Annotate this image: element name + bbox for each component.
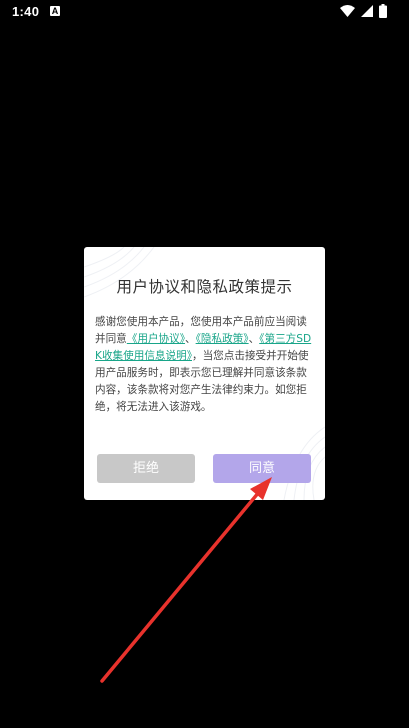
- user-agreement-link[interactable]: 《用户协议》: [127, 333, 185, 345]
- screen: 1:40 A 用户协议和隐私政策提示 感谢您使用本产品，您使用本产品前应当阅读并…: [0, 0, 409, 728]
- body-separator: 、: [185, 333, 196, 345]
- body-separator: 、: [248, 333, 260, 345]
- privacy-policy-link[interactable]: 《隐私政策》: [196, 333, 249, 345]
- status-icons: [340, 4, 387, 18]
- status-time: 1:40: [12, 4, 40, 19]
- status-bar: 1:40 A: [0, 0, 409, 24]
- signal-icon: [361, 5, 373, 17]
- dialog-body: 感谢您使用本产品，您使用本产品前应当阅读并同意《用户协议》、《隐私政策》、《第三…: [95, 314, 317, 416]
- wifi-icon: [340, 5, 355, 17]
- agree-button[interactable]: 同意: [213, 454, 311, 483]
- dialog-title: 用户协议和隐私政策提示: [116, 278, 293, 296]
- privacy-dialog: 用户协议和隐私政策提示 感谢您使用本产品，您使用本产品前应当阅读并同意《用户协议…: [84, 247, 325, 500]
- reject-button[interactable]: 拒绝: [97, 454, 195, 483]
- battery-icon: [379, 4, 387, 18]
- a-letter-icon: A: [50, 6, 60, 16]
